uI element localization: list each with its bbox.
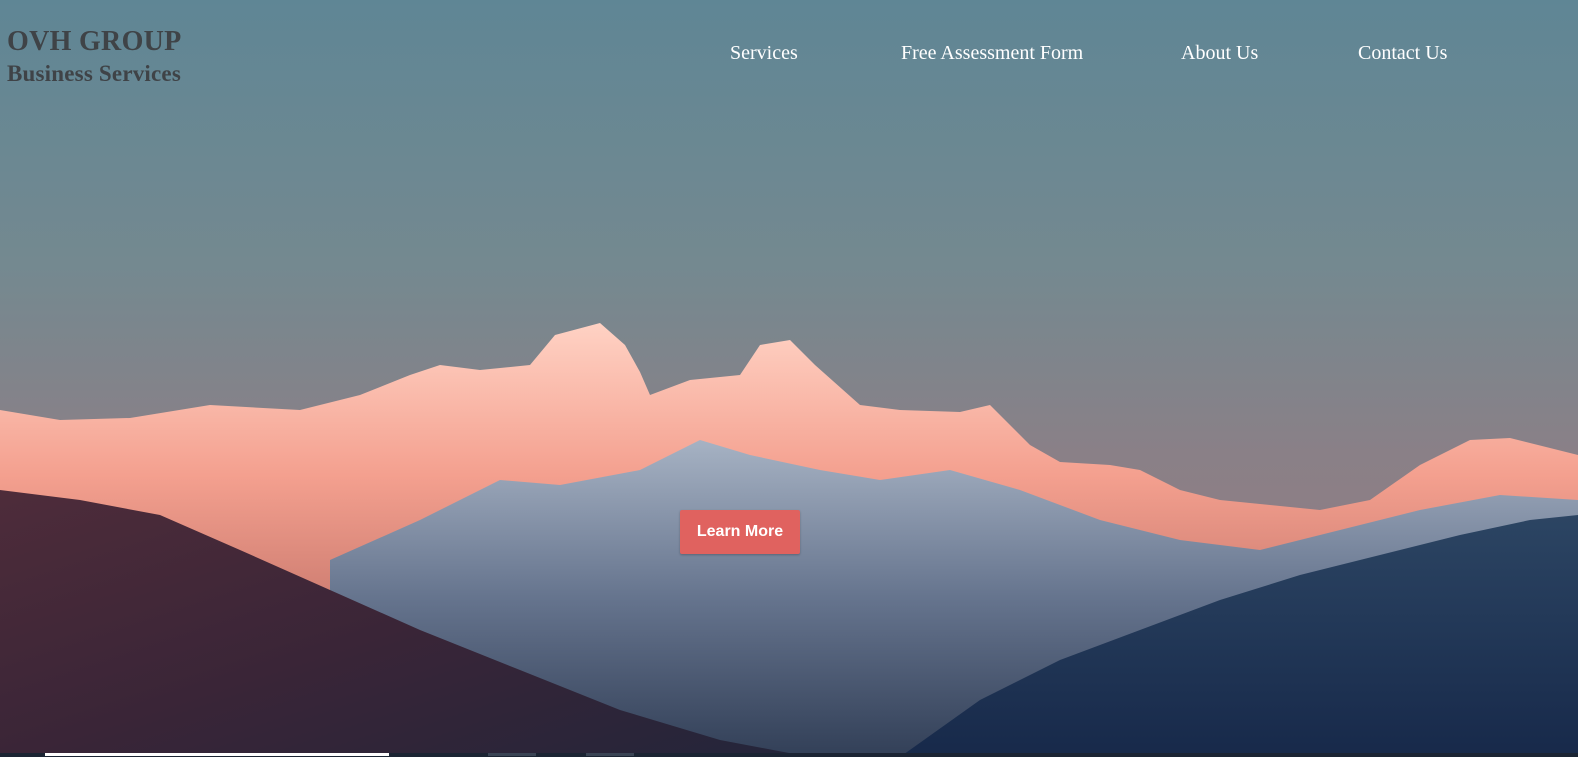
nav-link-services[interactable]: Services (730, 42, 798, 65)
main-navigation: Services Free Assessment Form About Us C… (0, 42, 1578, 68)
nav-link-about-us[interactable]: About Us (1181, 42, 1258, 65)
hero-section: OVH GROUP Business Services Services Fre… (0, 0, 1578, 757)
slide-indicator[interactable] (586, 753, 634, 756)
nav-link-contact-us[interactable]: Contact Us (1358, 42, 1447, 65)
hero-background-image (0, 0, 1578, 757)
slide-indicator[interactable] (488, 753, 536, 756)
slide-indicator-active[interactable] (45, 753, 389, 756)
learn-more-button[interactable]: Learn More (680, 510, 800, 554)
nav-link-free-assessment-form[interactable]: Free Assessment Form (901, 42, 1083, 65)
